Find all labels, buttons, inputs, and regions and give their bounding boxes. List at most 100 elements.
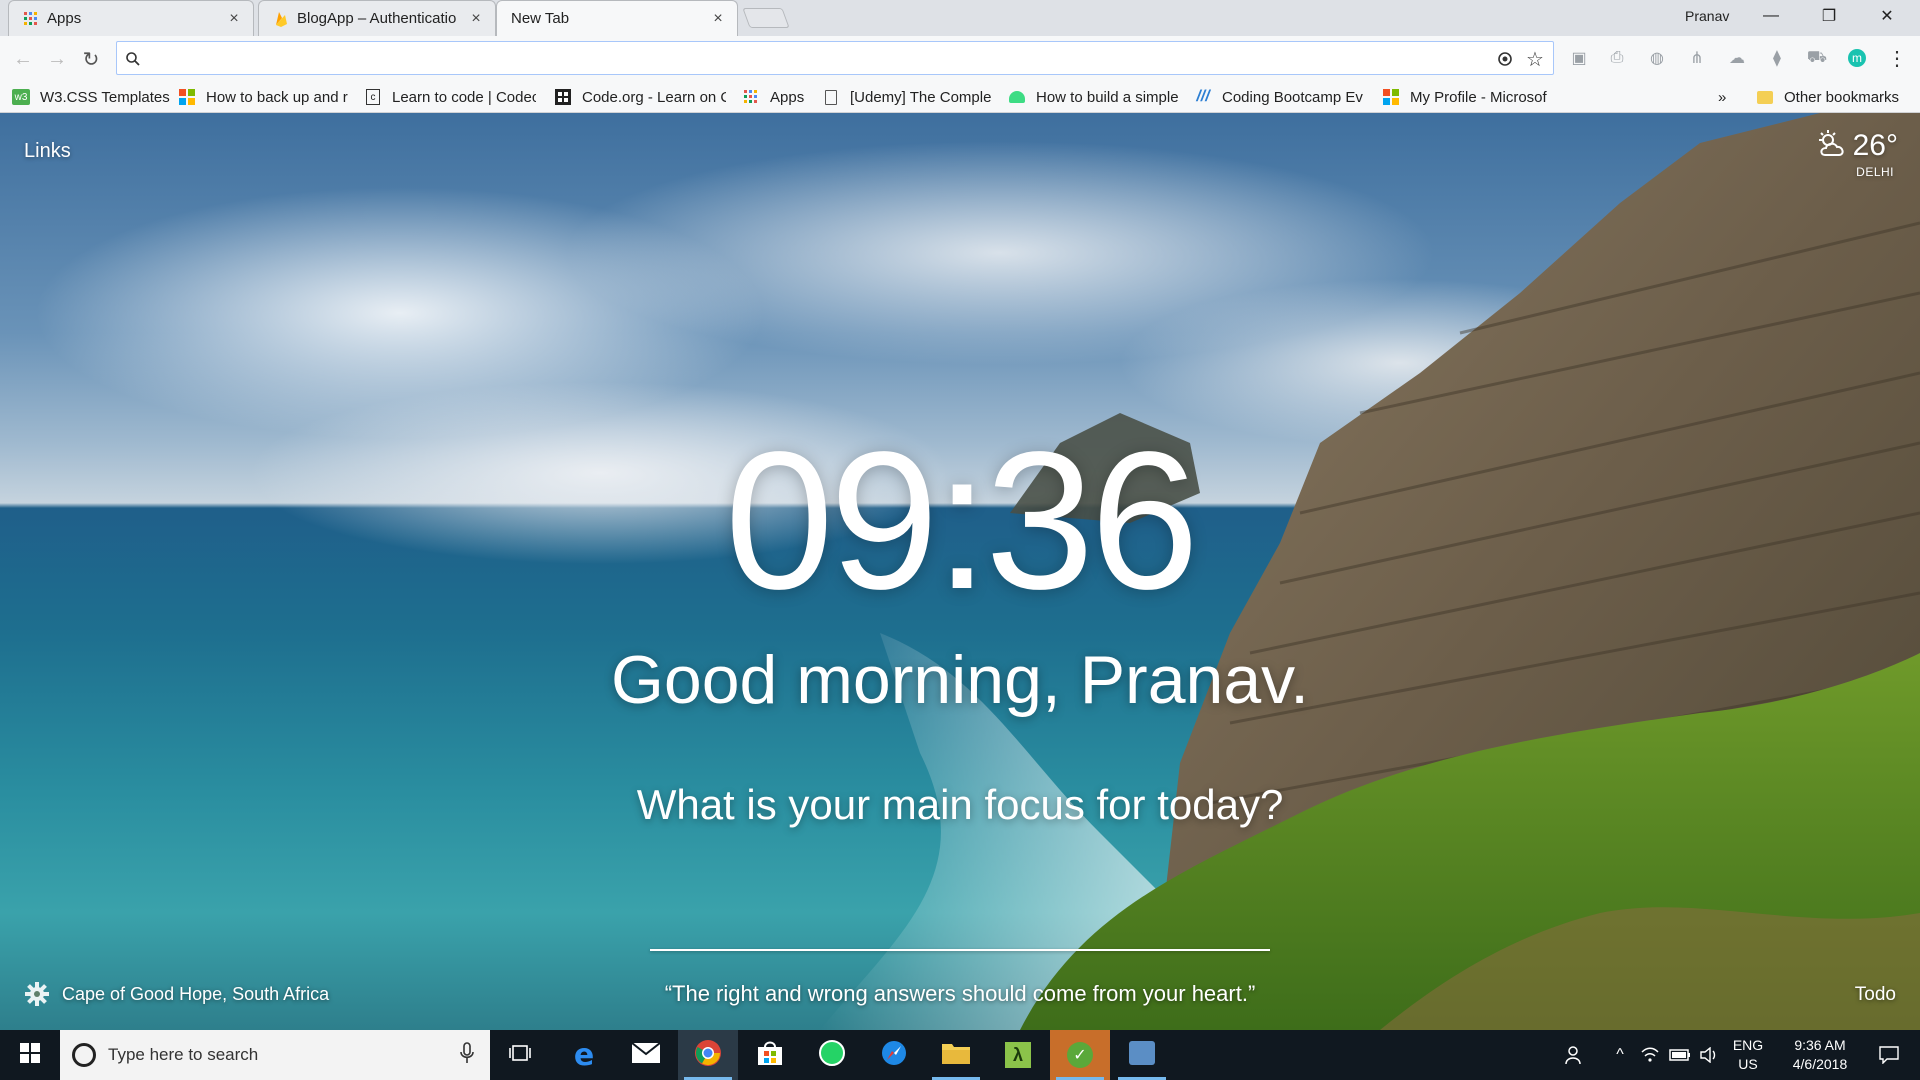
menu-kebab-icon[interactable]: ⋮: [1886, 47, 1908, 70]
taskbar-store[interactable]: [740, 1030, 800, 1080]
page-icon: [822, 88, 840, 106]
wifi-icon[interactable]: [1635, 1030, 1665, 1080]
reload-button[interactable]: ↻: [78, 46, 104, 72]
focus-input[interactable]: [650, 903, 1270, 947]
checkmark-badge-icon: ✓: [1067, 1042, 1093, 1068]
bookmark-item[interactable]: My Profile - Microsof: [1382, 86, 1554, 108]
clock-time: 9:36 AM: [1794, 1037, 1846, 1053]
other-bookmarks[interactable]: Other bookmarks: [1756, 86, 1899, 108]
close-window-button[interactable]: ✕: [1858, 0, 1916, 32]
lambda-icon: λ: [1005, 1042, 1031, 1068]
taskbar-whatsapp[interactable]: [802, 1030, 862, 1080]
taskbar-file-explorer[interactable]: [926, 1030, 986, 1080]
w3-icon: w3: [12, 88, 30, 106]
bookmark-item[interactable]: [Udemy] The Comple: [822, 86, 992, 108]
bookmark-item[interactable]: How to back up and r: [178, 86, 350, 108]
todo-button[interactable]: Todo: [1855, 984, 1896, 1006]
weather-city: DELHI: [1856, 165, 1894, 179]
chrome-icon: [694, 1039, 722, 1072]
windows-taskbar: Type here to search e λ ✓ ^ ENG US 9:36 …: [0, 1030, 1920, 1080]
links-button[interactable]: Links: [24, 140, 71, 163]
taskbar-mail[interactable]: [616, 1030, 676, 1080]
focus-question: What is your main focus for today?: [636, 781, 1284, 828]
minimize-button[interactable]: —: [1742, 0, 1800, 32]
microphone-icon[interactable]: [460, 1041, 474, 1069]
extension-cart-icon[interactable]: ⛟: [1806, 47, 1828, 69]
chevron-up-icon[interactable]: ^: [1605, 1030, 1635, 1080]
task-view-button[interactable]: [490, 1030, 550, 1080]
bookmark-item[interactable]: Apps: [742, 86, 822, 108]
taskbar-lambda-app[interactable]: λ: [988, 1030, 1048, 1080]
location-target-icon[interactable]: [1495, 49, 1515, 69]
extension-pdf-icon[interactable]: ⎙: [1606, 47, 1628, 69]
profile-name[interactable]: Pranav: [1685, 8, 1729, 24]
tab-close-button[interactable]: ×: [709, 10, 727, 28]
bookmark-item[interactable]: /// Coding Bootcamp Ev: [1194, 86, 1366, 108]
clock-date: 4/6/2018: [1792, 1056, 1848, 1072]
extension-globe-icon[interactable]: ◍: [1646, 47, 1668, 69]
bookmark-item[interactable]: How to build a simple: [1008, 86, 1180, 108]
tab-blogapp[interactable]: BlogApp – Authenticatio ×: [258, 0, 496, 36]
daily-quote[interactable]: “The right and wrong answers should come…: [0, 981, 1920, 1007]
tab-apps[interactable]: Apps ×: [8, 0, 254, 36]
tab-close-button[interactable]: ×: [467, 10, 485, 28]
store-icon: [757, 1040, 783, 1071]
extension-cloud-icon[interactable]: ☁: [1726, 47, 1748, 69]
microsoft-icon: [1382, 88, 1400, 106]
bootcamp-icon: ///: [1196, 88, 1210, 105]
partly-cloudy-icon: [1817, 129, 1847, 163]
mail-icon: [631, 1041, 661, 1068]
taskbar-pocket[interactable]: [1112, 1030, 1172, 1080]
extension-momentum-icon[interactable]: m: [1846, 47, 1868, 69]
restore-button[interactable]: ❐: [1800, 0, 1858, 32]
weather-widget[interactable]: 26° DELHI: [1817, 129, 1898, 179]
volume-icon[interactable]: [1695, 1030, 1725, 1080]
tab-strip: Apps × BlogApp – Authenticatio × New Tab…: [0, 0, 1920, 36]
address-bar[interactable]: ☆: [116, 41, 1554, 75]
folder-icon: [1756, 88, 1774, 106]
folder-icon: [942, 1042, 970, 1069]
new-tab-button[interactable]: [742, 8, 790, 28]
pocket-icon: [1129, 1040, 1155, 1070]
microsoft-icon: [178, 88, 196, 106]
start-button[interactable]: [0, 1030, 60, 1080]
bookmark-item[interactable]: Code.org - Learn on C: [554, 86, 726, 108]
people-icon[interactable]: [1560, 1030, 1590, 1080]
tab-close-button[interactable]: ×: [225, 10, 243, 28]
tab-title: Apps: [47, 10, 82, 27]
forward-button[interactable]: →: [44, 46, 70, 72]
taskbar-edge[interactable]: e: [554, 1030, 614, 1080]
language-label: ENG: [1732, 1037, 1764, 1053]
taskbar-search[interactable]: Type here to search: [60, 1030, 490, 1080]
focus-underline: [650, 903, 1270, 951]
weather-temperature: 26°: [1852, 129, 1898, 162]
extension-pocket-icon[interactable]: ▣: [1568, 47, 1590, 69]
taskbar-safari[interactable]: [864, 1030, 924, 1080]
windows-logo-icon: [20, 1042, 40, 1068]
bookmark-item[interactable]: c Learn to code | Codec: [364, 86, 536, 108]
bookmarks-overflow-button[interactable]: »: [1718, 86, 1726, 108]
bookmark-item[interactable]: w3 W3.CSS Templates: [12, 86, 172, 108]
clock: 09:36: [724, 411, 1199, 630]
momentum-dashboard: Links 26° DELHI 09:36 Good morning, Pran…: [0, 113, 1920, 1030]
arrow-left-icon: ←: [13, 47, 33, 70]
system-clock[interactable]: 9:36 AM 4/6/2018: [1772, 1036, 1868, 1074]
codeorg-icon: [554, 88, 572, 106]
input-language[interactable]: ENG US: [1730, 1036, 1766, 1074]
notifications-icon[interactable]: [1866, 1030, 1912, 1080]
codecademy-icon: c: [364, 88, 382, 106]
search-placeholder: Type here to search: [108, 1045, 259, 1064]
apps-grid-icon: [742, 88, 760, 106]
tab-new-tab[interactable]: New Tab ×: [496, 0, 738, 36]
battery-icon[interactable]: [1665, 1030, 1695, 1080]
taskbar-chrome[interactable]: [678, 1030, 738, 1080]
android-icon: [1008, 88, 1026, 106]
address-input[interactable]: [149, 46, 1449, 70]
compass-icon: [881, 1040, 907, 1071]
back-button[interactable]: ←: [10, 46, 36, 72]
whatsapp-icon: [819, 1039, 845, 1071]
extension-tree-icon[interactable]: ⋔: [1686, 47, 1708, 69]
star-bookmark-icon[interactable]: ☆: [1525, 49, 1545, 71]
taskbar-checked-app[interactable]: ✓: [1050, 1030, 1110, 1080]
extension-dropbox-icon[interactable]: ⧫: [1766, 47, 1788, 69]
